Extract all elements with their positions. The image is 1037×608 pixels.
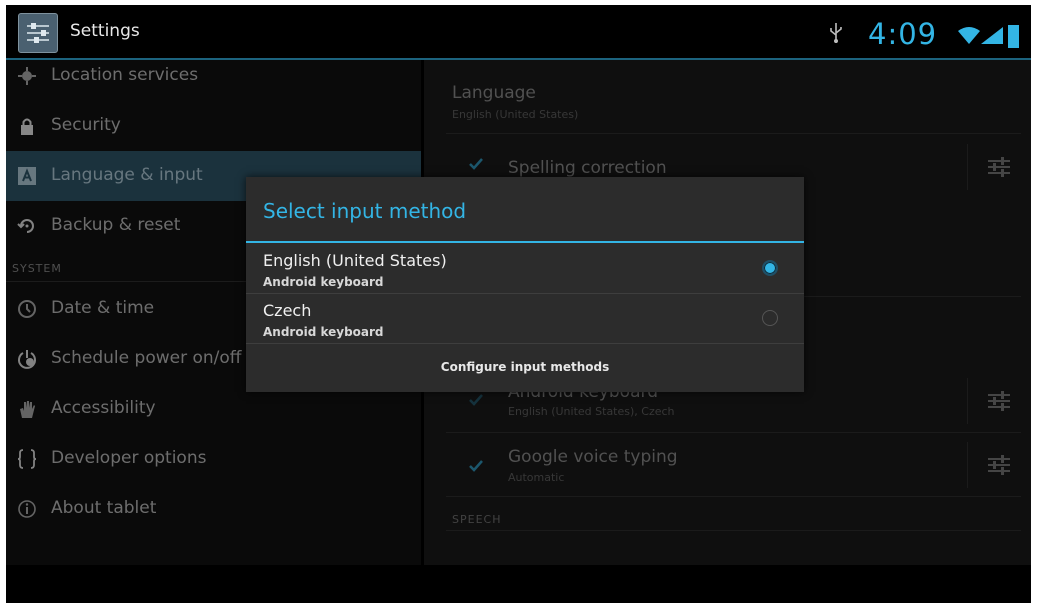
select-input-method-dialog: Select input method English (United Stat… xyxy=(246,177,804,392)
radio-selected-icon[interactable] xyxy=(762,260,778,276)
status-clock: 4:09 xyxy=(868,17,938,51)
tablet-screen: Settings 4:09 Location services Security… xyxy=(6,5,1031,603)
input-method-option-czech[interactable]: Czech Android keyboard xyxy=(246,294,804,344)
configure-input-methods-button[interactable]: Configure input methods xyxy=(246,344,804,392)
dialog-title-divider xyxy=(246,241,804,243)
input-method-option-english[interactable]: English (United States) Android keyboard xyxy=(246,244,804,294)
dialog-title: Select input method xyxy=(263,199,467,223)
radio-unselected-icon[interactable] xyxy=(762,310,778,326)
wifi-icon xyxy=(958,27,980,44)
signal-icon xyxy=(981,27,1003,44)
settings-app-icon[interactable] xyxy=(18,13,58,53)
battery-icon xyxy=(1008,25,1019,48)
app-title: Settings xyxy=(70,21,140,41)
usb-icon xyxy=(830,23,842,43)
navigation-bar xyxy=(6,565,1031,603)
